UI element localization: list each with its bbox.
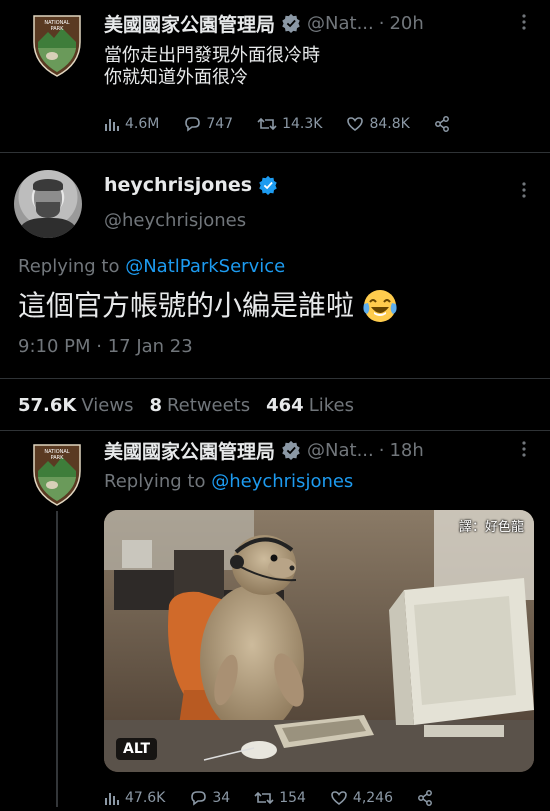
tweet-time[interactable]: 20h [389,13,423,34]
share-button[interactable] [417,790,438,806]
heart-icon [347,117,364,131]
author-name-row: heychrisjones [104,174,284,196]
retweets-stat[interactable]: 8 Retweets [149,395,250,416]
reply-count: 747 [206,116,234,132]
retweet-count: 154 [279,790,306,806]
author-name[interactable]: 美國國家公園管理局 [104,10,275,37]
more-options-icon[interactable] [518,14,530,30]
tweet-actions: 4.6M 747 14.3K 84.8K [104,116,479,132]
reply-icon [185,117,201,132]
thread-line [56,511,58,807]
separator-dot: · [378,439,385,461]
separator-dot: · [378,12,385,34]
tweet-time[interactable]: 18h [389,440,423,461]
avatar-hair [33,179,63,191]
verified-badge-icon [259,175,277,195]
replying-prefix: Replying to [18,256,120,277]
author-handle[interactable]: @Nat... [307,440,374,461]
more-options-icon[interactable] [518,182,530,198]
tweet-header: 美國國家公園管理局 @Nat... · 18h [104,435,424,465]
replying-to-link[interactable]: @NatlParkService [125,256,285,277]
share-button[interactable] [434,116,455,132]
replying-to-link[interactable]: @heychrisjones [211,471,353,492]
like-count: 4,246 [352,790,394,806]
face-with-tears-of-joy-icon [363,290,397,322]
replying-to: Replying to @heychrisjones [104,471,353,493]
author-name[interactable]: 美國國家公園管理局 [104,437,275,464]
author-handle[interactable]: @heychrisjones [104,210,246,231]
svg-text:PARK: PARK [51,26,65,32]
tweet-text-line-1: 當你走出門發現外面很冷時 [104,45,320,66]
views-count: 4.6M [125,116,160,132]
retweets-stat-count: 8 [149,395,162,416]
svg-text:PARK: PARK [51,455,65,461]
tweet-text: 當你走出門發現外面很冷時 你就知道外面很冷 [104,45,320,89]
likes-stat-label: Likes [308,395,354,416]
tweet-header: 美國國家公園管理局 @Nat... · 20h [104,8,424,38]
retweet-icon [254,791,274,805]
views-count: 47.6K [125,790,166,806]
avatar-body [20,218,76,238]
nps-logo-avatar[interactable]: NATIONAL PARK [30,12,84,78]
retweet-button[interactable]: 154 [254,790,306,806]
prairie-dog-office-image [104,510,534,772]
avatar-beard [36,202,60,218]
replying-to: Replying to @NatlParkService [18,256,285,277]
divider [0,378,550,379]
tweet-photo[interactable]: 譯：好色龍 ALT [104,510,534,772]
likes-stat[interactable]: 464 Likes [266,395,354,416]
replying-prefix: Replying to [104,471,206,492]
views-stat-count: 57.6K [18,395,77,416]
views-icon [105,119,119,131]
views-stat[interactable]: 57.6K Views [18,395,133,416]
reply-icon [191,791,207,806]
retweet-count: 14.3K [282,116,323,132]
translator-watermark: 譯：好色龍 [458,520,524,535]
tweet-text-content: 這個官方帳號的小編是誰啦 [18,289,355,322]
views-button[interactable]: 47.6K [104,790,165,806]
nps-logo-avatar[interactable]: NATIONAL PARK [30,441,84,507]
share-icon [418,790,432,806]
chris-avatar[interactable] [14,170,82,238]
retweets-stat-label: Retweets [166,395,251,416]
views-icon [105,793,119,805]
reply-button[interactable]: 747 [183,116,233,132]
reply-count: 34 [212,790,231,806]
views-button[interactable]: 4.6M [104,116,159,132]
tweet-timestamp[interactable]: 9:10 PM · 17 Jan 23 [18,336,193,357]
tweet-nps-1[interactable]: NATIONAL PARK 美國國家公園管理局 @Nat... · 20h 當你… [0,0,550,150]
tweet-actions: 47.6K 34 154 4,246 [104,790,462,806]
likes-stat-count: 464 [266,395,304,416]
verified-badge-icon [282,440,300,460]
tweet-text-line-2: 你就知道外面很冷 [104,67,248,88]
share-icon [434,116,449,132]
verified-badge-icon [282,13,300,33]
views-stat-label: Views [81,395,134,416]
heart-icon [331,791,347,805]
author-name[interactable]: heychrisjones [104,174,252,196]
tweet-stats: 57.6K Views 8 Retweets 464 Likes [18,395,370,416]
like-count: 84.8K [369,116,410,132]
retweet-button[interactable]: 14.3K [257,116,322,132]
more-options-icon[interactable] [518,441,530,457]
like-button[interactable]: 84.8K [346,116,410,132]
retweet-icon [257,117,277,131]
like-button[interactable]: 4,246 [330,790,393,806]
author-handle[interactable]: @Nat... [307,13,374,34]
reply-button[interactable]: 34 [189,790,230,806]
tweet-text: 這個官方帳號的小編是誰啦 [18,286,398,326]
alt-badge[interactable]: ALT [116,738,157,760]
